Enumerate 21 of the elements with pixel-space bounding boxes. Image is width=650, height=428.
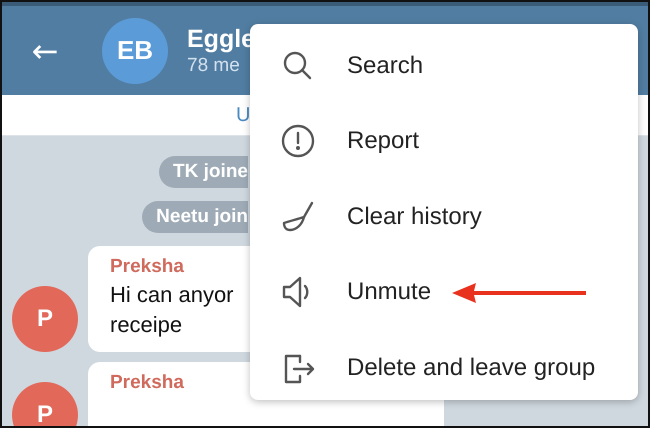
group-avatar: EB [102, 18, 168, 84]
menu-label: Clear history [347, 202, 482, 231]
exclamation-icon [280, 123, 316, 160]
sender-name: Preksha [110, 371, 185, 395]
service-message: TK joine [159, 156, 248, 188]
service-message: Neetu join [142, 201, 248, 233]
message-text: receipe [110, 311, 184, 339]
menu-item[interactable]: Unmute [250, 254, 638, 330]
menu-label: Delete and leave group [347, 354, 596, 382]
menu-label: Report [347, 127, 420, 156]
menu-label: Search [347, 52, 424, 80]
menu-item[interactable]: Clear history [250, 179, 638, 254]
menu-item[interactable]: Search [250, 28, 638, 104]
pinned-text[interactable]: U [236, 104, 250, 126]
sender-name: Preksha [110, 255, 185, 279]
message-text: Hi can anyor [110, 281, 235, 309]
member-count: 78 me [187, 54, 241, 78]
menu-item[interactable]: Delete and leave group [250, 330, 638, 406]
menu-label: Unmute [347, 278, 432, 306]
back-button[interactable]: ← [28, 34, 62, 66]
menu-item[interactable]: Report [250, 104, 638, 179]
